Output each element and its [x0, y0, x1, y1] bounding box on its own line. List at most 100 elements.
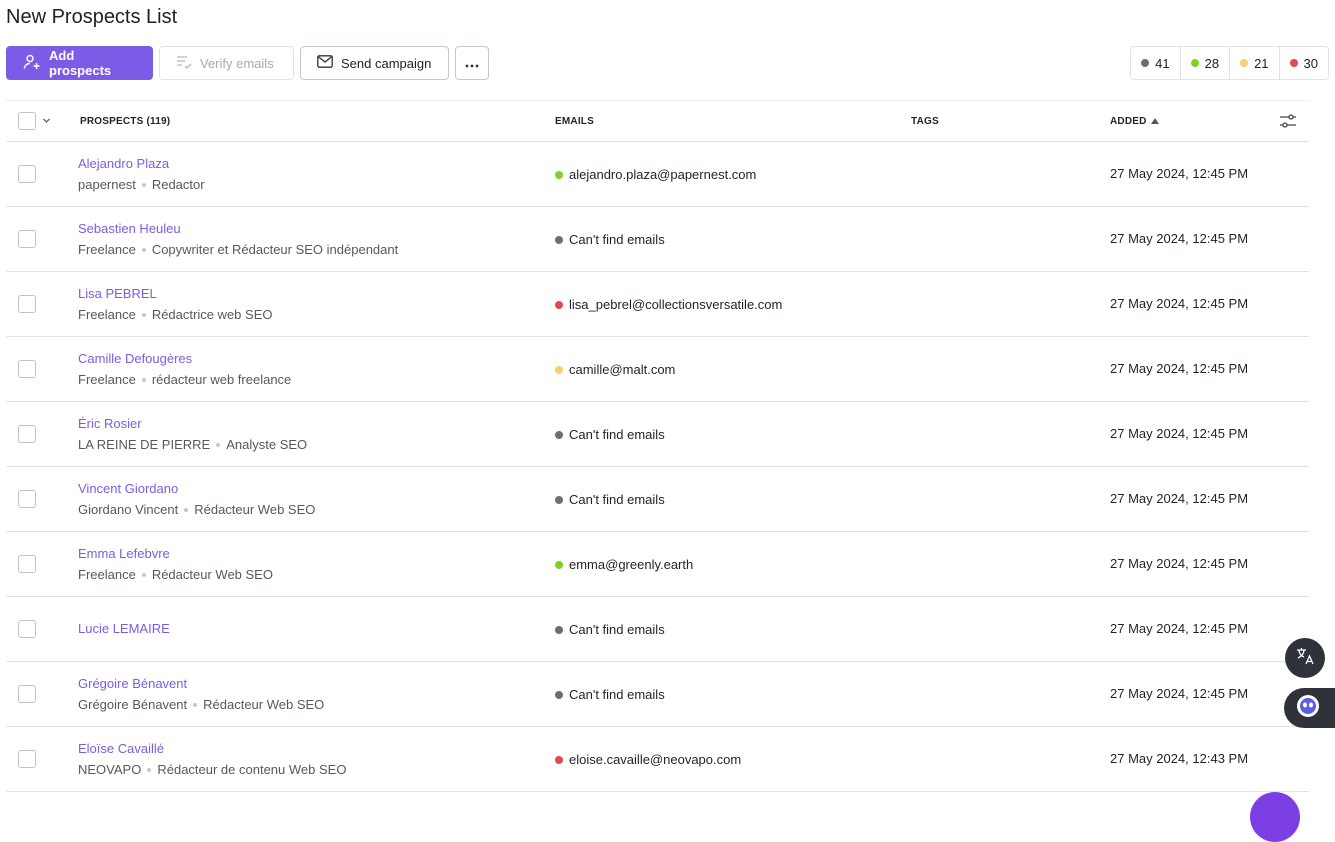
prospect-email: Can't find emails	[555, 687, 665, 702]
prospect-role: Analyste SEO	[226, 437, 308, 452]
add-prospects-button[interactable]: Add prospects	[6, 46, 153, 80]
row-checkbox[interactable]	[18, 230, 36, 248]
ellipsis-icon	[465, 56, 479, 71]
counter-invalid[interactable]: 30	[1280, 47, 1328, 79]
row-checkbox[interactable]	[18, 165, 36, 183]
more-actions-button[interactable]	[455, 46, 489, 80]
email-status-dot	[555, 560, 563, 569]
send-campaign-label: Send campaign	[341, 55, 432, 71]
prospect-name-link[interactable]: Sebastien Heuleu	[78, 221, 181, 236]
column-added-label: ADDED	[1110, 115, 1147, 127]
prospect-company: Giordano Vincent	[78, 502, 179, 517]
column-added[interactable]: ADDED	[1110, 116, 1159, 127]
prospect-name-link[interactable]: Camille Defougères	[78, 351, 192, 366]
separator-dot	[141, 182, 146, 187]
email-text: Can't find emails	[569, 232, 665, 247]
counter-valid[interactable]: 28	[1181, 47, 1231, 79]
prospect-role: Redactor	[151, 177, 205, 192]
email-text: Can't find emails	[569, 622, 665, 637]
chevron-down-icon[interactable]	[42, 116, 51, 128]
row-checkbox[interactable]	[18, 620, 36, 638]
separator-dot	[184, 507, 189, 512]
separator-dot	[141, 377, 146, 382]
table-row[interactable]: Vincent Giordano Giordano Vincent Rédact…	[6, 467, 1309, 532]
prospect-name-link[interactable]: Lucie LEMAIRE	[78, 621, 170, 636]
prospect-role: rédacteur web freelance	[151, 372, 292, 387]
email-status-dot	[555, 235, 563, 244]
counter-value: 30	[1303, 55, 1318, 71]
prospects-table: PROSPECTS (119) EMAILS TAGS ADDED Alejan…	[6, 100, 1309, 792]
email-text: Can't find emails	[569, 427, 665, 442]
status-dot	[1240, 59, 1249, 67]
table-row[interactable]: Camille Defougères Freelance rédacteur w…	[6, 337, 1309, 402]
prospect-meta: Freelance Rédactrice web SEO	[78, 307, 272, 322]
separator-dot	[193, 702, 198, 707]
prospect-name-link[interactable]: Eloïse Cavaillé	[78, 741, 164, 756]
email-status-counters: 41 28 21 30	[1130, 46, 1329, 80]
column-settings-icon[interactable]	[1279, 113, 1297, 132]
prospect-company: LA REINE DE PIERRE	[78, 437, 211, 452]
prospect-meta: Giordano Vincent Rédacteur Web SEO	[78, 502, 315, 517]
separator-dot	[141, 572, 146, 577]
added-date: 27 May 2024, 12:43 PM	[1110, 751, 1249, 766]
prospect-company: Freelance	[78, 242, 136, 257]
added-date: 27 May 2024, 12:45 PM	[1110, 166, 1249, 181]
row-checkbox[interactable]	[18, 425, 36, 443]
assistant-tab[interactable]	[1284, 688, 1335, 728]
table-header: PROSPECTS (119) EMAILS TAGS ADDED	[6, 100, 1309, 142]
table-row[interactable]: Lisa PEBREL Freelance Rédactrice web SEO…	[6, 272, 1309, 337]
status-dot	[1190, 59, 1199, 67]
counter-not-found[interactable]: 41	[1131, 47, 1181, 79]
table-row[interactable]: Éric Rosier LA REINE DE PIERRE Analyste …	[6, 402, 1309, 467]
email-text: Can't find emails	[569, 492, 665, 507]
row-checkbox[interactable]	[18, 295, 36, 313]
prospect-role: Rédacteur de contenu Web SEO	[157, 762, 347, 777]
prospect-name-link[interactable]: Emma Lefebvre	[78, 546, 170, 561]
table-row[interactable]: Grégoire Bénavent Grégoire Bénavent Réda…	[6, 662, 1309, 727]
added-date: 27 May 2024, 12:45 PM	[1110, 686, 1249, 701]
chat-launcher-button[interactable]	[1250, 792, 1300, 842]
add-user-icon	[23, 54, 41, 73]
table-row[interactable]: Sebastien Heuleu Freelance Copywriter et…	[6, 207, 1309, 272]
send-campaign-button[interactable]: Send campaign	[300, 46, 449, 80]
prospect-email: Can't find emails	[555, 492, 665, 507]
table-row[interactable]: Lucie LEMAIRE Can't find emails 27 May 2…	[6, 597, 1309, 662]
select-all-checkbox[interactable]	[18, 112, 36, 130]
prospect-name-link[interactable]: Vincent Giordano	[78, 481, 178, 496]
separator-dot	[141, 247, 146, 252]
prospect-email: alejandro.plaza@papernest.com	[555, 167, 756, 182]
row-checkbox[interactable]	[18, 750, 36, 768]
counter-risky[interactable]: 21	[1230, 47, 1280, 79]
row-checkbox[interactable]	[18, 360, 36, 378]
table-row[interactable]: Alejandro Plaza papernest Redactor aleja…	[6, 142, 1309, 207]
email-status-dot	[555, 170, 563, 179]
email-status-dot	[555, 690, 563, 699]
prospect-meta: Freelance rédacteur web freelance	[78, 372, 291, 387]
prospect-name-link[interactable]: Alejandro Plaza	[78, 156, 169, 171]
prospect-company: Freelance	[78, 567, 136, 582]
added-date: 27 May 2024, 12:45 PM	[1110, 296, 1249, 311]
email-status-dot	[555, 430, 563, 439]
page-title: New Prospects List	[6, 6, 178, 28]
row-checkbox[interactable]	[18, 685, 36, 703]
row-checkbox[interactable]	[18, 555, 36, 573]
table-row[interactable]: Emma Lefebvre Freelance Rédacteur Web SE…	[6, 532, 1309, 597]
translate-icon	[1295, 647, 1315, 670]
prospect-email: Can't find emails	[555, 622, 665, 637]
prospect-meta: Freelance Copywriter et Rédacteur SEO in…	[78, 242, 398, 257]
row-checkbox[interactable]	[18, 490, 36, 508]
verify-emails-button[interactable]: Verify emails	[159, 46, 294, 80]
separator-dot	[141, 312, 146, 317]
prospect-name-link[interactable]: Lisa PEBREL	[78, 286, 157, 301]
prospect-meta: LA REINE DE PIERRE Analyste SEO	[78, 437, 307, 452]
email-status-dot	[555, 625, 563, 634]
table-row[interactable]: Eloïse Cavaillé NEOVAPO Rédacteur de con…	[6, 727, 1309, 792]
prospect-meta: Grégoire Bénavent Rédacteur Web SEO	[78, 697, 324, 712]
prospect-email: eloise.cavaille@neovapo.com	[555, 752, 741, 767]
column-prospects: PROSPECTS (119)	[80, 115, 171, 127]
prospect-role: Rédacteur Web SEO	[151, 567, 273, 582]
prospect-name-link[interactable]: Grégoire Bénavent	[78, 676, 187, 691]
email-status-dot	[555, 755, 563, 764]
translate-button[interactable]	[1285, 638, 1325, 678]
prospect-name-link[interactable]: Éric Rosier	[78, 416, 142, 431]
